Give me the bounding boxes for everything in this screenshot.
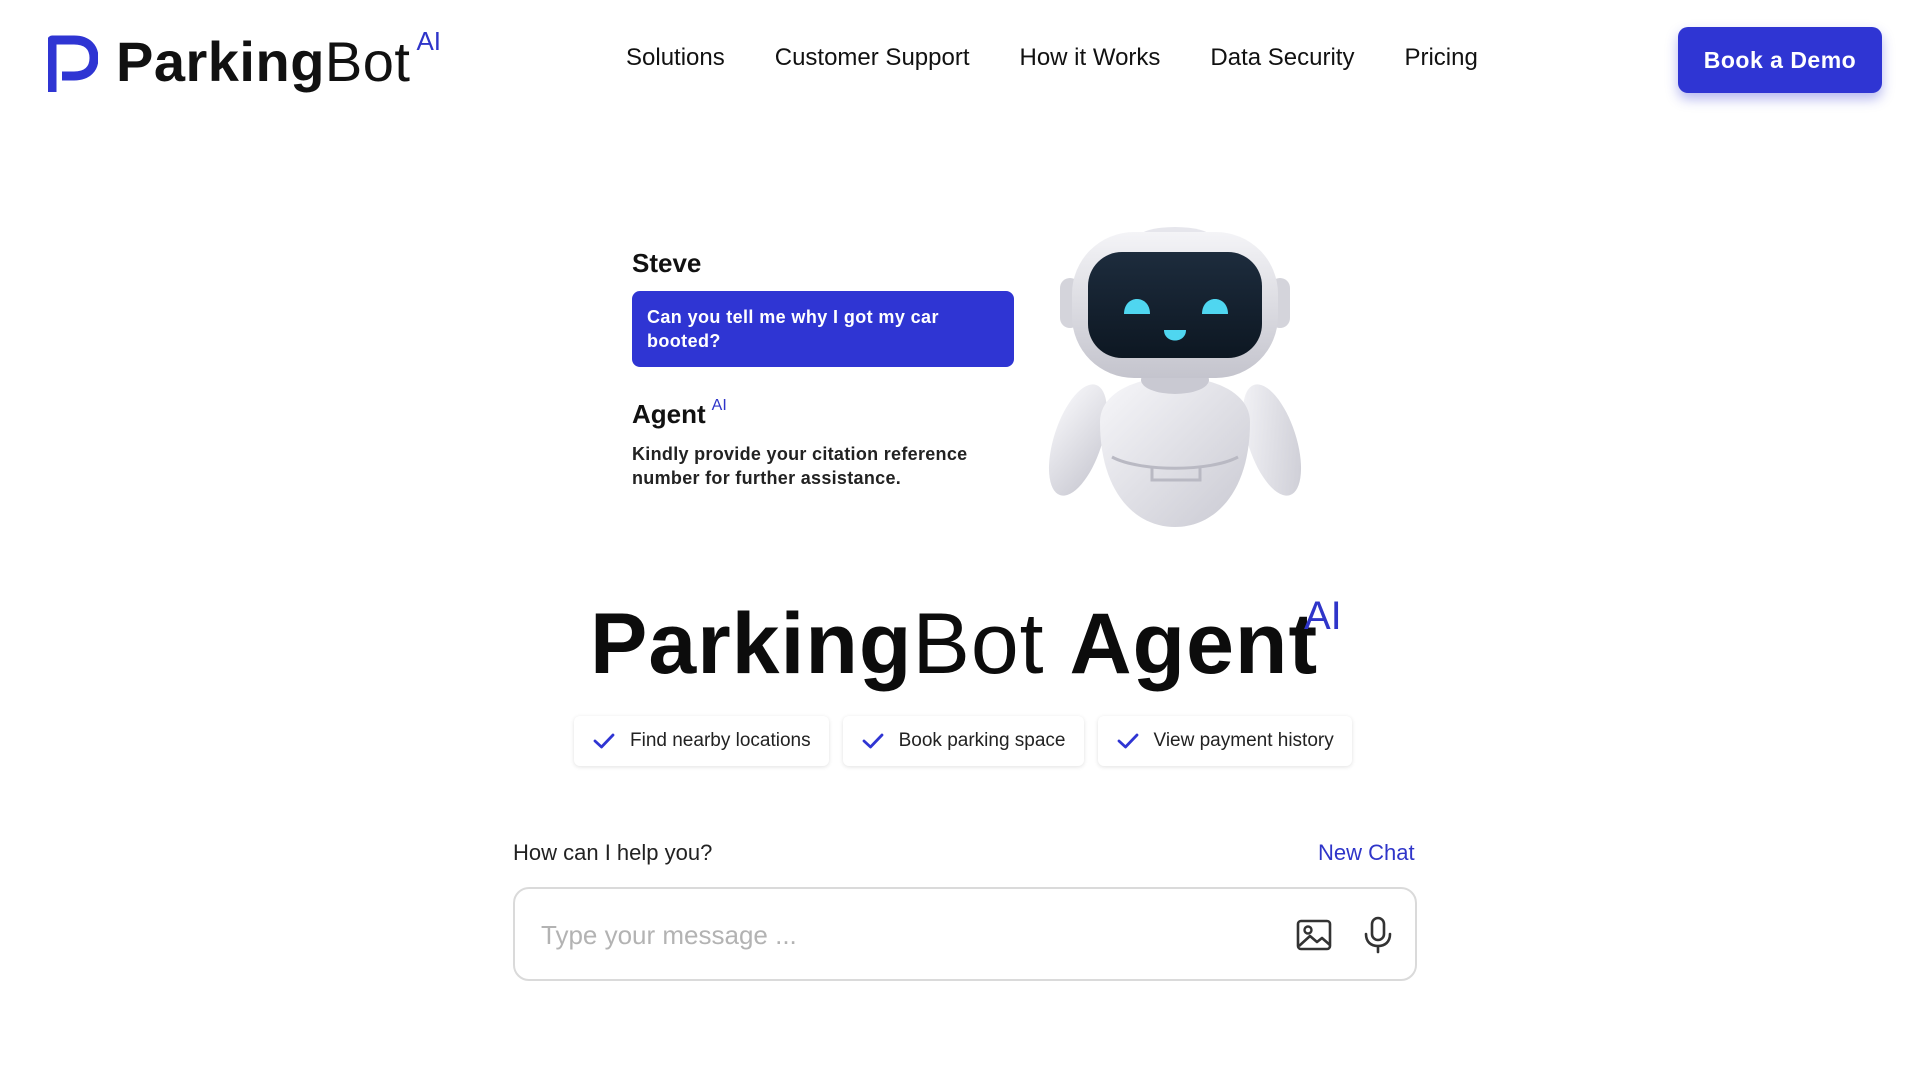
nav-item-customer-support[interactable]: Customer Support bbox=[775, 44, 970, 72]
microphone-icon[interactable] bbox=[1363, 916, 1393, 954]
help-prompt-label: How can I help you? bbox=[513, 840, 713, 865]
robot-mascot-icon bbox=[1048, 227, 1302, 527]
parkingbot-logo-icon bbox=[48, 35, 98, 92]
agent-name: Agent bbox=[632, 399, 706, 429]
check-icon bbox=[862, 733, 884, 749]
brand-logo[interactable]: ParkingBot AI bbox=[48, 26, 441, 94]
brand-ai-superscript: AI bbox=[416, 26, 442, 56]
message-input[interactable] bbox=[541, 915, 1241, 955]
chat-preview: Steve Can you tell me why I got my car b… bbox=[632, 248, 1014, 490]
feature-chip-payment-history[interactable]: View payment history bbox=[1097, 716, 1352, 766]
new-chat-link[interactable]: New Chat bbox=[1318, 840, 1415, 866]
user-message-bubble: Can you tell me why I got my car booted? bbox=[632, 291, 1014, 367]
user-name: Steve bbox=[632, 248, 702, 278]
nav-item-data-security[interactable]: Data Security bbox=[1210, 44, 1354, 72]
nav-item-solutions[interactable]: Solutions bbox=[626, 44, 725, 72]
agent-ai-superscript: AI bbox=[711, 397, 727, 414]
check-icon bbox=[593, 733, 615, 749]
hero-ai-superscript: AI bbox=[1304, 594, 1342, 638]
feature-list: Find nearby locations Book parking space… bbox=[574, 716, 1352, 766]
main-nav: Solutions Customer Support How it Works … bbox=[626, 44, 1478, 72]
chat-input-box bbox=[513, 887, 1417, 981]
site-header: ParkingBot AI Solutions Customer Support… bbox=[0, 0, 1920, 124]
check-icon bbox=[1117, 733, 1138, 749]
feature-chip-find-locations[interactable]: Find nearby locations bbox=[574, 716, 829, 766]
agent-header: Agent AI bbox=[632, 397, 1014, 430]
feature-label: View payment history bbox=[1153, 730, 1334, 751]
brand-name: ParkingBot bbox=[116, 30, 411, 93]
feature-label: Book parking space bbox=[898, 730, 1066, 751]
hero-title: ParkingBot Agent AI bbox=[590, 594, 1350, 694]
hero-title-text: ParkingBot Agent bbox=[590, 596, 1319, 692]
nav-item-pricing[interactable]: Pricing bbox=[1404, 44, 1477, 72]
image-icon[interactable] bbox=[1295, 916, 1333, 954]
agent-message: Kindly provide your citation reference n… bbox=[632, 444, 968, 488]
book-demo-button[interactable]: Book a Demo bbox=[1678, 27, 1882, 93]
nav-item-how-it-works[interactable]: How it Works bbox=[1020, 44, 1161, 72]
feature-chip-book-parking[interactable]: Book parking space bbox=[842, 716, 1084, 766]
feature-label: Find nearby locations bbox=[630, 730, 811, 751]
